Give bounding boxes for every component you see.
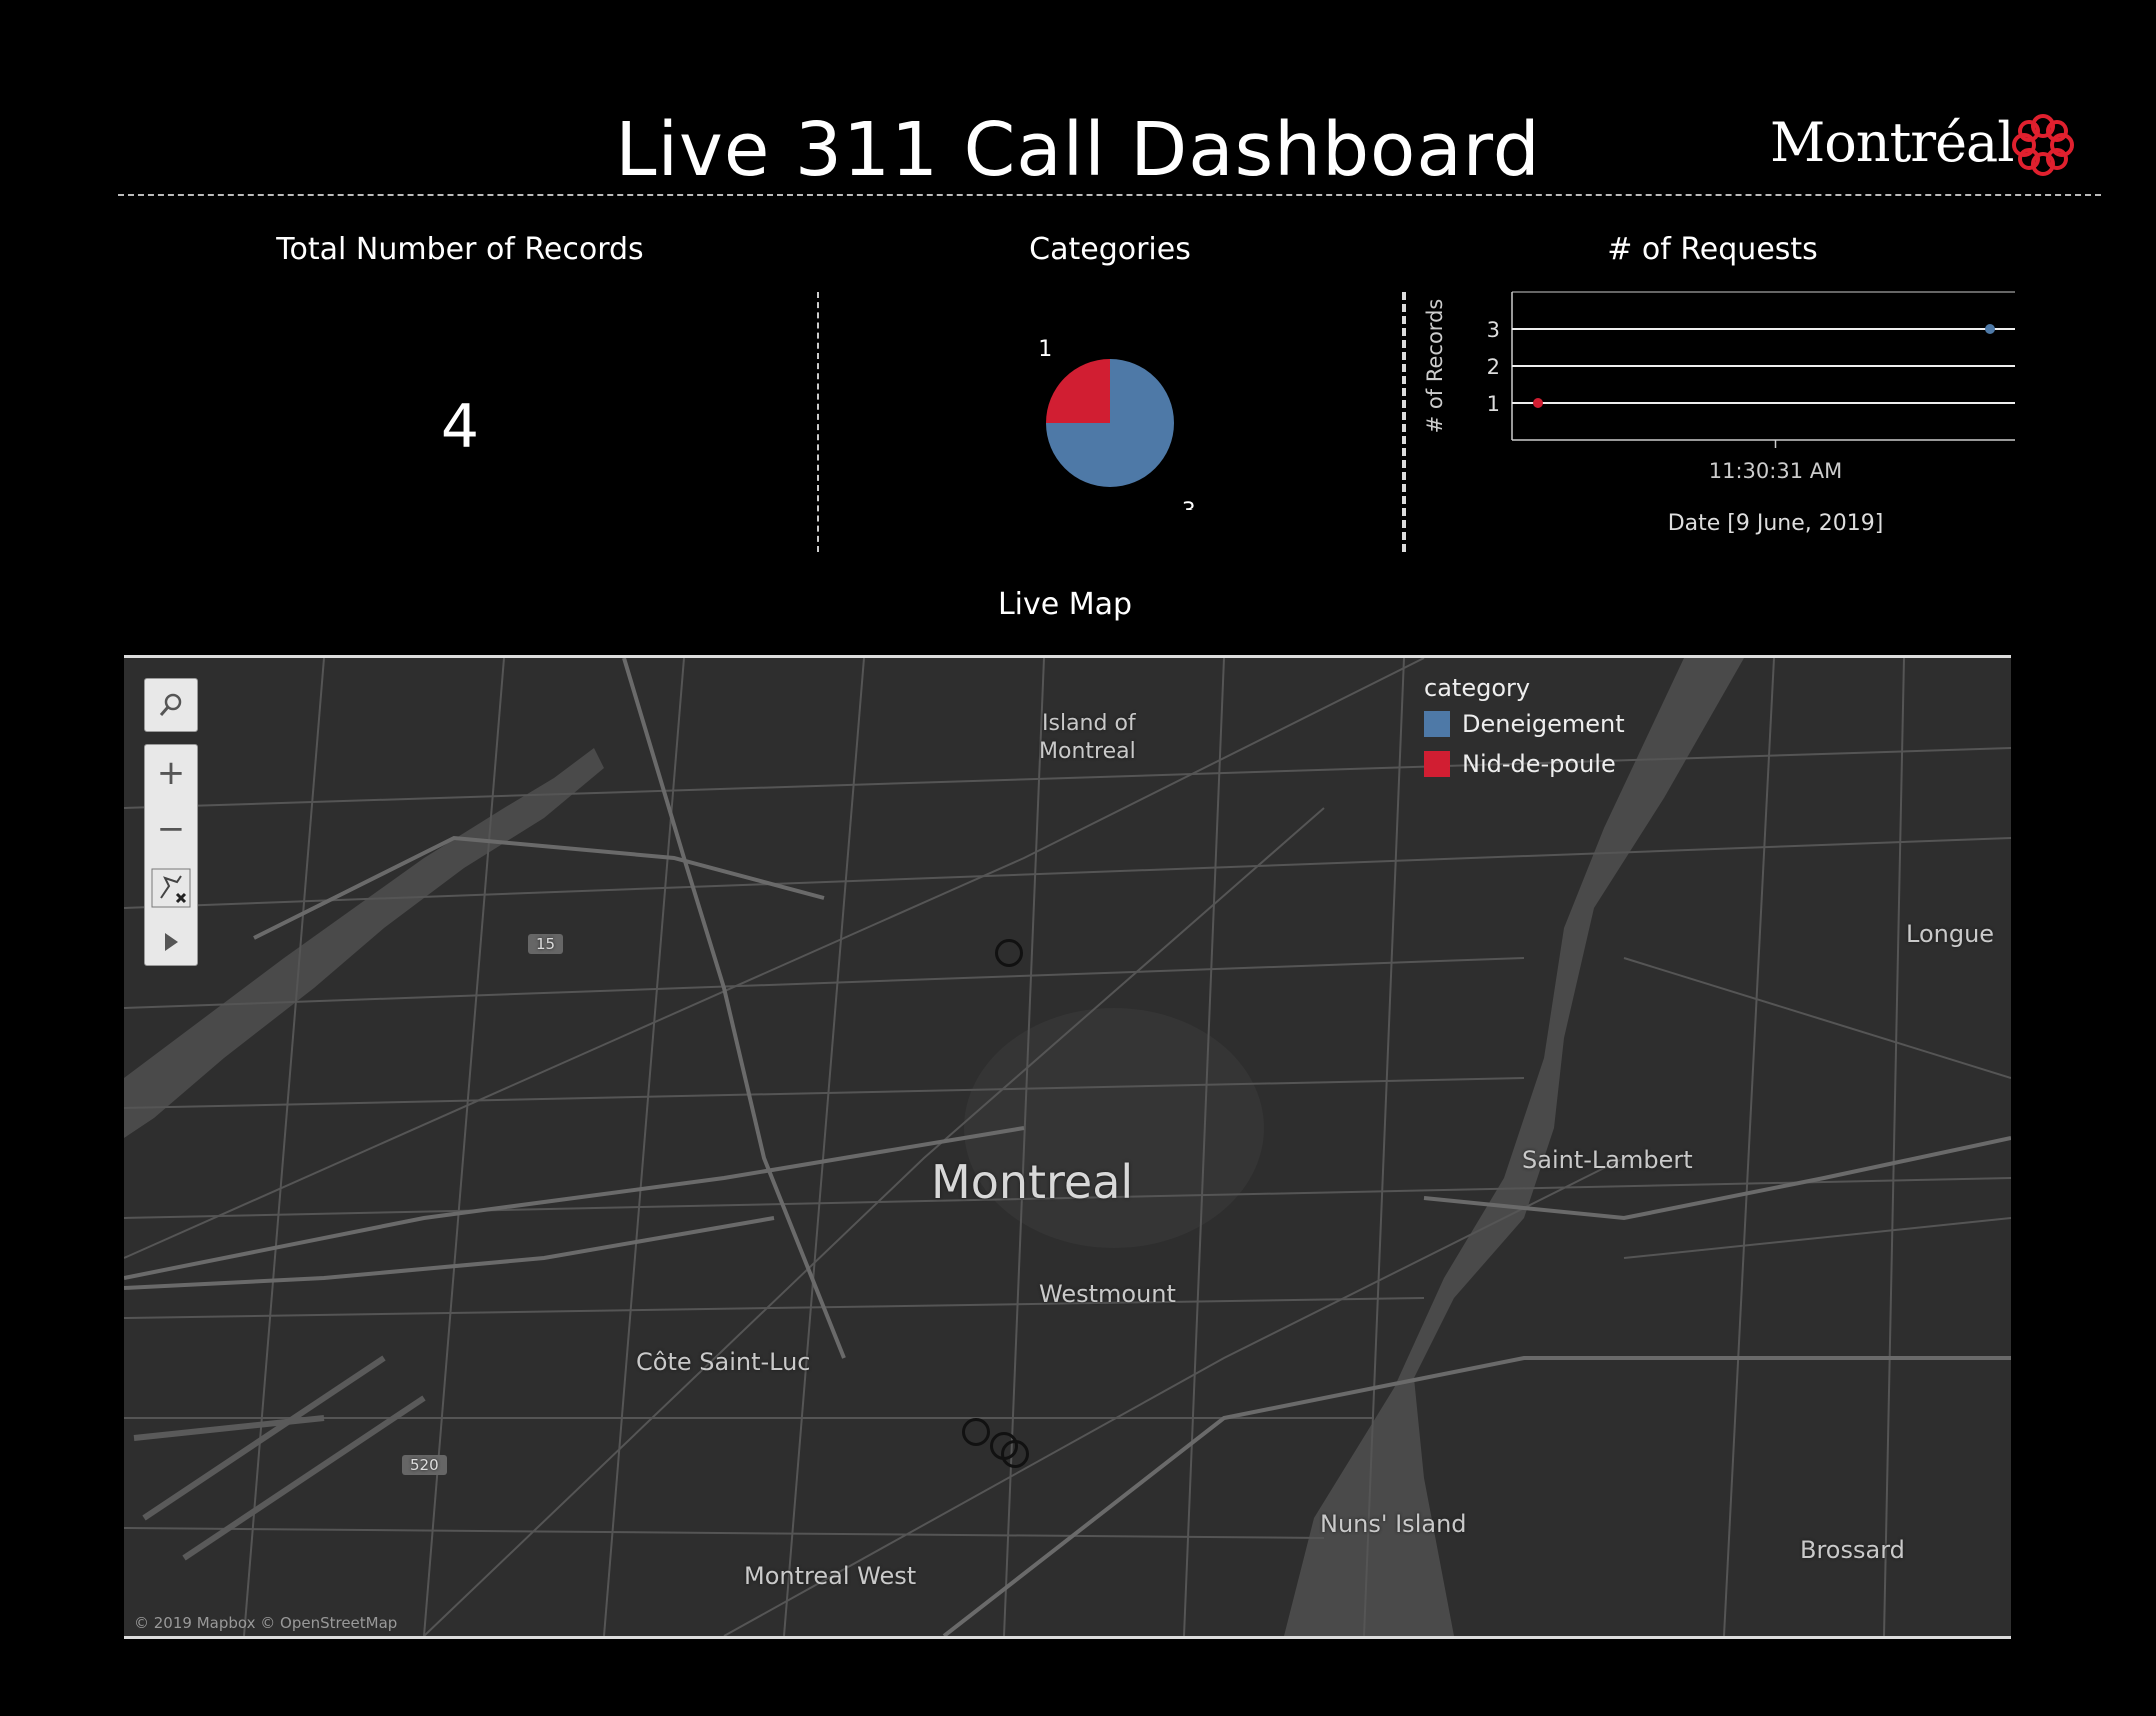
y-tick-label: 2 [1487,355,1500,379]
requests-title: # of Requests [1607,232,1818,267]
montreal-rosette-icon [2012,114,2074,176]
panel-divider [1402,292,1406,552]
map-controls: + − [144,678,200,966]
records-title: Total Number of Records [276,232,644,267]
categories-pie-chart[interactable]: 31 [1020,330,1240,510]
place-label-nuns-island: Nuns' Island [1320,1510,1467,1538]
requests-chart[interactable]: 1 2 3 11:30:31 AM Date [9 June, 2019] # of Re… [1420,280,2020,560]
legend-item-deneigement[interactable]: Deneigement [1424,704,1684,744]
y-tick-label: 3 [1487,318,1500,342]
place-label-island-of: Island of [1042,711,1136,736]
x-tick-label: 11:30:31 AM [1709,459,1842,483]
map-point-deneigement[interactable] [995,939,1023,967]
road-shield-520: 520 [402,1455,447,1475]
live-map[interactable]: Island of Montreal Longue Saint-Lambert … [124,655,2011,1639]
pie-data-label: 1 [1038,337,1052,362]
legend-label: Nid-de-poule [1462,750,1616,778]
pin-reset-icon[interactable] [151,868,191,908]
city-label-montreal: Montreal [931,1155,1134,1209]
logo-text: Montréal [1770,111,2015,174]
road-shield-15: 15 [528,934,564,954]
categories-title: Categories [1029,232,1191,267]
legend-item-nid-de-poule[interactable]: Nid-de-poule [1424,744,1684,784]
place-label-montreal-small: Montreal [1039,739,1136,764]
map-title: Live Map [997,587,1133,622]
map-legend: category Deneigement Nid-de-poule [1424,672,1684,784]
legend-title: category [1424,674,1531,702]
title-divider [118,194,2101,196]
x-axis-label: Date [9 June, 2019] [1668,511,1884,536]
place-label-montreal-west: Montreal West [744,1562,917,1590]
pie-slice-nid-de-poule[interactable] [1046,359,1110,423]
data-point-deneigement[interactable] [1985,324,1995,334]
map-search-button[interactable] [144,678,198,732]
y-axis-label: # of Records [1423,299,1447,434]
search-icon [159,693,182,716]
zoom-in-icon[interactable]: + [157,756,186,790]
map-attribution[interactable]: © 2019 Mapbox © OpenStreetMap [134,1614,397,1632]
legend-swatch [1424,751,1450,777]
legend-swatch [1424,711,1450,737]
legend-label: Deneigement [1462,710,1625,738]
panel-divider [817,292,819,552]
place-label-saint-lambert: Saint-Lambert [1522,1146,1693,1174]
map-point-deneigement[interactable] [1001,1440,1029,1468]
montreal-logo: Montréal [1770,108,2080,188]
play-icon[interactable] [161,930,181,954]
map-toolbar: + − [144,744,198,966]
pie-data-label: 3 [1182,499,1196,510]
place-label-westmount: Westmount [1039,1280,1176,1308]
zoom-out-icon[interactable]: − [157,812,186,846]
y-tick-label: 1 [1487,392,1500,416]
map-point-deneigement[interactable] [962,1418,990,1446]
records-value: 4 [440,392,480,462]
map-base-layer [124,658,2011,1636]
data-point-nid-de-poule[interactable] [1533,398,1543,408]
place-label-brossard: Brossard [1800,1536,1905,1564]
park-shape [964,1008,1264,1248]
place-label-cote-saint-luc: Côte Saint-Luc [636,1348,811,1376]
place-label-longueuil: Longue [1906,920,1995,948]
